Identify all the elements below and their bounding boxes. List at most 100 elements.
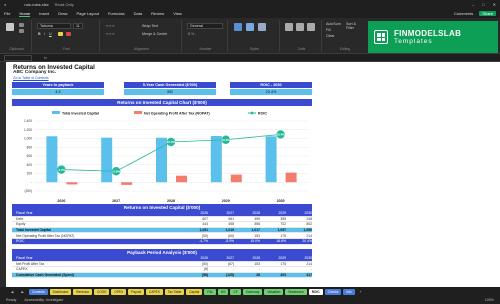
cut-icon[interactable] bbox=[19, 23, 24, 27]
cell-value[interactable]: 2027 bbox=[208, 256, 234, 260]
cell-value[interactable]: (67) bbox=[208, 262, 234, 266]
tab-payroll[interactable]: Payroll bbox=[128, 288, 145, 295]
font-size-select[interactable]: 11 bbox=[73, 23, 83, 29]
paste-icon[interactable] bbox=[6, 23, 14, 31]
cell-value[interactable]: 28 bbox=[234, 273, 260, 277]
cell-value[interactable]: 459 bbox=[234, 217, 260, 221]
cell-value[interactable]: 1,051 bbox=[182, 228, 209, 232]
cell-styles-icon[interactable] bbox=[258, 23, 266, 31]
underline-button[interactable]: U bbox=[49, 32, 52, 36]
comments-button[interactable]: Comments bbox=[454, 11, 473, 16]
cell-value[interactable]: 458 bbox=[208, 222, 234, 226]
cell-value[interactable]: 2029 bbox=[260, 256, 286, 260]
delete-cells-icon[interactable] bbox=[296, 23, 304, 31]
add-sheet-icon[interactable]: + bbox=[357, 289, 365, 295]
cell-value[interactable]: 2029 bbox=[260, 211, 286, 215]
menu-review[interactable]: Review bbox=[151, 11, 164, 16]
fill-color-icon[interactable] bbox=[58, 32, 63, 36]
cell-value[interactable]: 214 bbox=[286, 234, 312, 238]
autosave-icon[interactable]: ● bbox=[4, 2, 6, 7]
cell-value[interactable]: 417 bbox=[286, 273, 312, 277]
tab-checks[interactable]: Checks bbox=[324, 288, 342, 295]
tab-capital[interactable]: Capital bbox=[186, 288, 203, 295]
tab-roic[interactable]: ROIC bbox=[308, 288, 323, 295]
align-top-icon[interactable]: ≡ ≡ ≡ bbox=[106, 24, 114, 28]
tab-p-l[interactable]: P&L bbox=[204, 288, 217, 295]
autosum-button[interactable]: AutoSum bbox=[326, 22, 341, 26]
tab-dashboard[interactable]: Dashboard bbox=[49, 288, 72, 295]
cell-value[interactable]: 444 bbox=[182, 222, 208, 226]
menu-insert[interactable]: Insert bbox=[39, 11, 49, 16]
tab-revenue[interactable]: Revenue bbox=[73, 288, 93, 295]
accessibility-status[interactable]: Accessibility: Investigate bbox=[24, 298, 63, 302]
share-button[interactable]: Share bbox=[479, 11, 496, 16]
italic-button[interactable]: I bbox=[44, 32, 45, 36]
tab-bs[interactable]: BS bbox=[218, 288, 229, 295]
tab-cogs[interactable]: COGS bbox=[94, 288, 110, 295]
cell-value[interactable]: 558 bbox=[234, 222, 260, 226]
cell-value[interactable]: 214 bbox=[286, 262, 312, 266]
cell-value[interactable]: 175 bbox=[260, 234, 286, 238]
tab-breakeven[interactable]: Breakeven bbox=[285, 288, 307, 295]
font-color-icon[interactable] bbox=[66, 32, 71, 36]
cell-value[interactable]: -5.9% bbox=[208, 239, 234, 243]
cell-value[interactable]: 2028 bbox=[234, 256, 260, 260]
menu-file[interactable]: File bbox=[4, 11, 10, 16]
format-table-icon[interactable] bbox=[246, 23, 254, 31]
name-box[interactable] bbox=[4, 54, 32, 61]
cell-value[interactable]: 355 bbox=[260, 217, 286, 221]
cell-value[interactable]: 153 bbox=[234, 234, 260, 238]
tab-capex[interactable]: CAPEX bbox=[146, 288, 163, 295]
maximize-icon[interactable]: □ bbox=[482, 2, 484, 7]
currency-icon[interactable]: $ % , bbox=[188, 32, 196, 36]
zoom-level[interactable]: 100% bbox=[485, 298, 494, 302]
tab-info[interactable]: Info bbox=[343, 288, 355, 295]
menu-home[interactable]: Home bbox=[19, 11, 31, 17]
align-left-icon[interactable]: ≡ ≡ ≡ bbox=[106, 32, 114, 36]
cell-value[interactable]: 2027 bbox=[208, 211, 234, 215]
cell-value[interactable]: - bbox=[208, 267, 234, 271]
cell-value[interactable]: - bbox=[260, 267, 286, 271]
cell-value[interactable]: - bbox=[286, 267, 312, 271]
cell-value[interactable]: 2030 bbox=[286, 211, 312, 215]
cell-value[interactable]: (50) bbox=[182, 234, 208, 238]
cell-value[interactable]: 16.6% bbox=[260, 239, 286, 243]
bold-button[interactable]: B bbox=[38, 32, 41, 36]
menu-formulas[interactable]: Formulas bbox=[108, 11, 125, 16]
menu-data[interactable]: Data bbox=[134, 11, 142, 16]
cell-value[interactable]: 248 bbox=[286, 217, 312, 221]
cell-value[interactable]: - bbox=[234, 267, 260, 271]
toc-link[interactable]: Go to Table of Contents bbox=[13, 76, 49, 80]
menu-page-layout[interactable]: Page Layout bbox=[76, 11, 98, 16]
cell-value[interactable]: 1,057 bbox=[260, 228, 287, 232]
conditional-format-icon[interactable] bbox=[234, 23, 242, 31]
tab-opex[interactable]: OPEX bbox=[111, 288, 127, 295]
cell-value[interactable]: 1,019 bbox=[208, 228, 235, 232]
menu-view[interactable]: View bbox=[173, 11, 182, 16]
cell-value[interactable]: 2028 bbox=[234, 211, 260, 215]
wrap-text-button[interactable]: Wrap Text bbox=[142, 24, 158, 28]
menu-draw[interactable]: Draw bbox=[58, 11, 67, 16]
tab-valuation[interactable]: Valuation bbox=[264, 288, 284, 295]
cell-value[interactable]: 561 bbox=[208, 217, 234, 221]
cell-value[interactable]: 153 bbox=[234, 262, 260, 266]
sort-filter-button[interactable]: Sort & Filter bbox=[346, 22, 364, 30]
number-format-select[interactable]: General bbox=[187, 23, 223, 29]
cell-value[interactable]: 175 bbox=[260, 262, 286, 266]
cell-value[interactable]: -4.7% bbox=[182, 239, 208, 243]
fx-icon[interactable]: fx bbox=[44, 56, 47, 60]
insert-cells-icon[interactable] bbox=[285, 23, 293, 31]
cell-value[interactable]: 607 bbox=[182, 217, 208, 221]
minimize-icon[interactable]: – bbox=[472, 2, 474, 7]
cell-value[interactable]: 702 bbox=[260, 222, 286, 226]
cell-value[interactable]: 2030 bbox=[286, 256, 312, 260]
cell-value[interactable]: (125) bbox=[208, 273, 234, 277]
tab-scroll-left-icon[interactable]: ◀ bbox=[8, 289, 16, 295]
copy-icon[interactable] bbox=[19, 29, 24, 33]
cell-value[interactable]: (8) bbox=[182, 267, 208, 271]
cell-value[interactable]: (60) bbox=[208, 234, 234, 238]
tab-contents[interactable]: Contents bbox=[28, 288, 48, 295]
cell-value[interactable]: 15.0% bbox=[234, 239, 260, 243]
cell-value[interactable]: 2026 bbox=[182, 256, 208, 260]
close-icon[interactable]: ✕ bbox=[493, 2, 496, 7]
